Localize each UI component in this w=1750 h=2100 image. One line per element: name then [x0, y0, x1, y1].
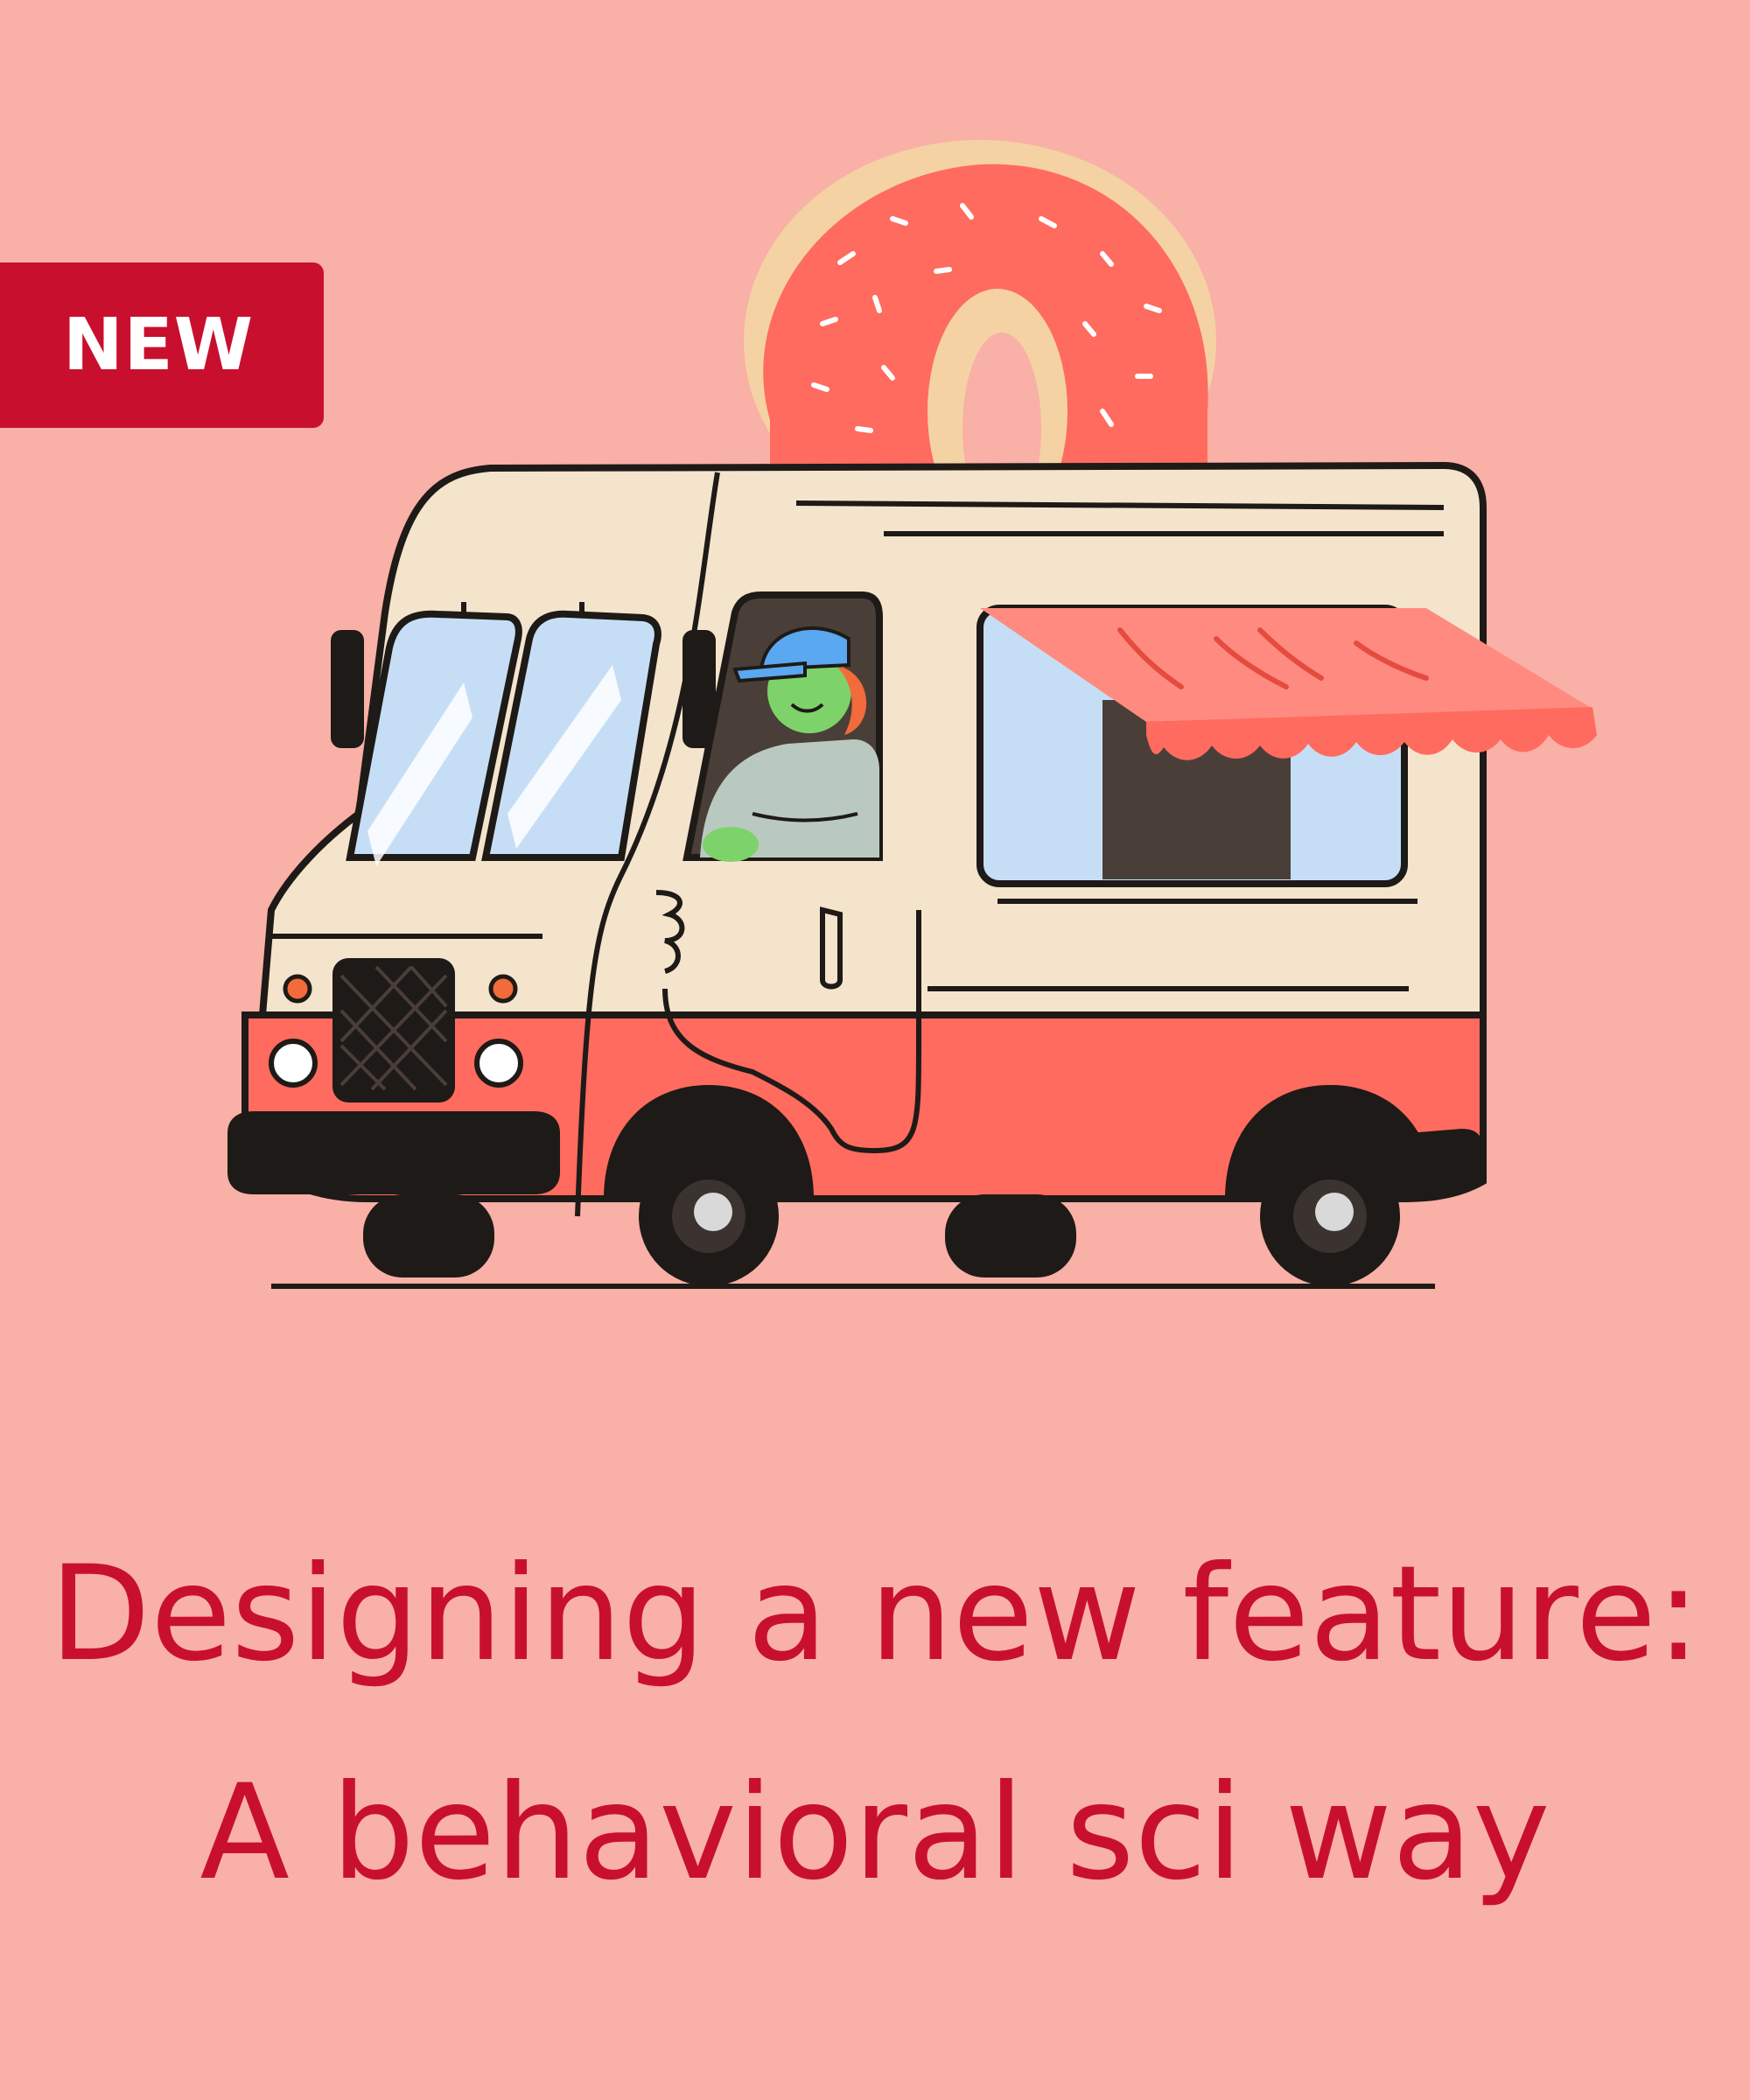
- front-wheel: [639, 1146, 779, 1286]
- left-headlight: [269, 1039, 318, 1088]
- headline-line-1: Designing a new feature:: [49, 1538, 1701, 1690]
- headline-line-2: A behavioral sci way: [200, 1757, 1550, 1909]
- front-bumper: [228, 1111, 560, 1194]
- left-mirror: [331, 630, 364, 748]
- right-headlight: [474, 1039, 523, 1088]
- promo-card[interactable]: NEW Designing a new feature: A behaviora…: [0, 0, 1750, 2100]
- rear-far-wheel: [945, 1194, 1076, 1278]
- rear-wheel: [1260, 1146, 1400, 1286]
- headline[interactable]: Designing a new feature: A behavioral sc…: [0, 1505, 1750, 1942]
- left-indicator-light: [283, 974, 312, 1004]
- donut-food-truck-illustration: [228, 140, 1597, 1289]
- front-far-wheel: [363, 1194, 494, 1278]
- front-grille: [332, 958, 455, 1102]
- right-indicator-light: [488, 974, 518, 1004]
